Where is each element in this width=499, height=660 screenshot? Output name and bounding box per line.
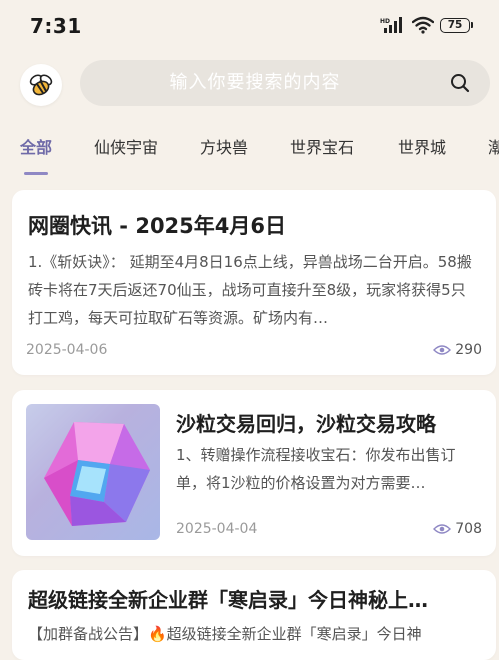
search-input[interactable]: 输入你要搜索的内容 (80, 60, 490, 106)
news-date: 2025-04-04 (176, 521, 258, 537)
tab-world-city[interactable]: 世界城 (398, 134, 446, 158)
view-count-group: 290 (433, 342, 482, 358)
header: 输入你要搜索的内容 (0, 58, 499, 110)
news-summary: 1.《斩妖诀》： 延期至4月8日16点上线，异兽战场二台开启。58搬砖卡将在7天… (28, 253, 472, 327)
svg-text:HD: HD (380, 18, 390, 25)
wifi-icon (412, 16, 434, 34)
tab-chao[interactable]: 潮 (488, 134, 499, 158)
category-tabs: 全部 仙侠宇宙 方块兽 世界宝石 世界城 潮 (0, 122, 499, 178)
battery-level: 75 (440, 17, 470, 33)
status-icons: HD 75 (380, 16, 473, 34)
view-count: 290 (455, 342, 482, 358)
news-title: 沙粒交易回归，沙粒交易攻略 (176, 412, 436, 436)
eye-icon (433, 524, 452, 534)
tab-xianxia-universe[interactable]: 仙侠宇宙 (94, 134, 158, 158)
status-bar: 7:31 HD 75 (0, 0, 499, 54)
status-time: 7:31 (30, 14, 82, 38)
signal-icon: HD (380, 17, 402, 33)
tab-world-gem[interactable]: 世界宝石 (290, 134, 354, 158)
battery-icon: 75 (440, 17, 473, 33)
news-card[interactable]: 网圈快讯 - 2025年4月6日 1.《斩妖诀》： 延期至4月8日16点上线，异… (12, 190, 496, 375)
active-tab-indicator (24, 172, 48, 175)
gem-thumbnail (26, 404, 160, 540)
tab-all[interactable]: 全部 (20, 134, 52, 158)
news-summary: 1、转赠操作流程接收宝石：你发布出售订单，将1沙粒的价格设置为对方需要… (176, 446, 456, 492)
news-title: 超级链接全新企业群「寒启录」今日神秘上… (28, 588, 428, 612)
bee-logo-icon[interactable] (20, 64, 62, 106)
search-placeholder: 输入你要搜索的内容 (169, 72, 341, 93)
news-date: 2025-04-06 (26, 342, 108, 358)
news-card[interactable]: 超级链接全新企业群「寒启录」今日神秘上… 【加群备战公告】🔥超级链接全新企业群「… (12, 570, 496, 660)
news-title: 网圈快讯 - 2025年4月6日 (28, 214, 287, 238)
search-icon[interactable] (450, 73, 470, 93)
eye-icon (433, 345, 452, 355)
view-count: 708 (455, 521, 482, 537)
view-count-group: 708 (433, 521, 482, 537)
news-card[interactable]: 沙粒交易回归，沙粒交易攻略 1、转赠操作流程接收宝石：你发布出售订单，将1沙粒的… (12, 390, 496, 556)
news-summary: 【加群备战公告】🔥超级链接全新企业群「寒启录」今日神 (28, 625, 422, 643)
tab-cube-beast[interactable]: 方块兽 (200, 134, 248, 158)
